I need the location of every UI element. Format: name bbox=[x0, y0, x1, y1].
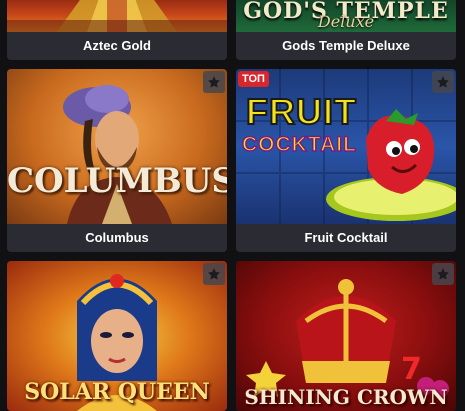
game-thumbnail-gods-temple-deluxe[interactable]: GOD'S TEMPLE Deluxe bbox=[236, 0, 456, 32]
game-card-shining-crown[interactable]: 7 SHINING CROWN bbox=[236, 261, 456, 411]
game-thumbnail-fruit-cocktail[interactable]: FRUIT COCKTAIL bbox=[236, 69, 456, 224]
favorite-button-fruit-cocktail[interactable] bbox=[432, 71, 454, 93]
game-logo-solar-queen: SOLAR QUEEN bbox=[24, 379, 210, 405]
game-title-aztec-gold: Aztec Gold bbox=[7, 32, 227, 60]
top-badge: ТОП bbox=[238, 71, 269, 87]
game-thumbnail-aztec-gold[interactable] bbox=[7, 0, 227, 32]
star-icon bbox=[208, 268, 220, 280]
star-icon bbox=[437, 76, 449, 88]
game-logo-shining-crown: SHINING CROWN bbox=[244, 385, 448, 409]
favorite-button-columbus[interactable] bbox=[203, 71, 225, 93]
star-icon bbox=[208, 76, 220, 88]
favorite-button-shining-crown[interactable] bbox=[432, 263, 454, 285]
game-logo-columbus: COLUMBUS bbox=[7, 161, 227, 201]
game-card-gods-temple-deluxe[interactable]: GOD'S TEMPLE Deluxe Gods Temple Deluxe bbox=[236, 0, 456, 60]
game-thumbnail-shining-crown[interactable]: 7 SHINING CROWN bbox=[236, 261, 456, 411]
game-title-fruit-cocktail: Fruit Cocktail bbox=[236, 224, 456, 252]
game-thumbnail-solar-queen[interactable]: SOLAR QUEEN bbox=[7, 261, 227, 411]
game-card-aztec-gold[interactable]: Aztec Gold bbox=[7, 0, 227, 60]
star-icon bbox=[437, 268, 449, 280]
game-thumbnail-columbus[interactable]: COLUMBUS bbox=[7, 69, 227, 224]
game-logo-gods-temple-sub: Deluxe bbox=[317, 12, 375, 31]
game-logo-fruit-line1: FRUIT bbox=[245, 90, 357, 133]
game-card-solar-queen[interactable]: SOLAR QUEEN bbox=[7, 261, 227, 411]
game-title-columbus: Columbus bbox=[7, 224, 227, 252]
aztec-pyramid-art bbox=[7, 0, 227, 32]
game-title-gods-temple-deluxe: Gods Temple Deluxe bbox=[236, 32, 456, 60]
game-logo-fruit-line2: COCKTAIL bbox=[241, 132, 357, 157]
game-card-columbus[interactable]: COLUMBUS Columbus bbox=[7, 69, 227, 252]
favorite-button-solar-queen[interactable] bbox=[203, 263, 225, 285]
game-card-fruit-cocktail[interactable]: FRUIT COCKTAIL Fruit Cocktail ТОП bbox=[236, 69, 456, 252]
